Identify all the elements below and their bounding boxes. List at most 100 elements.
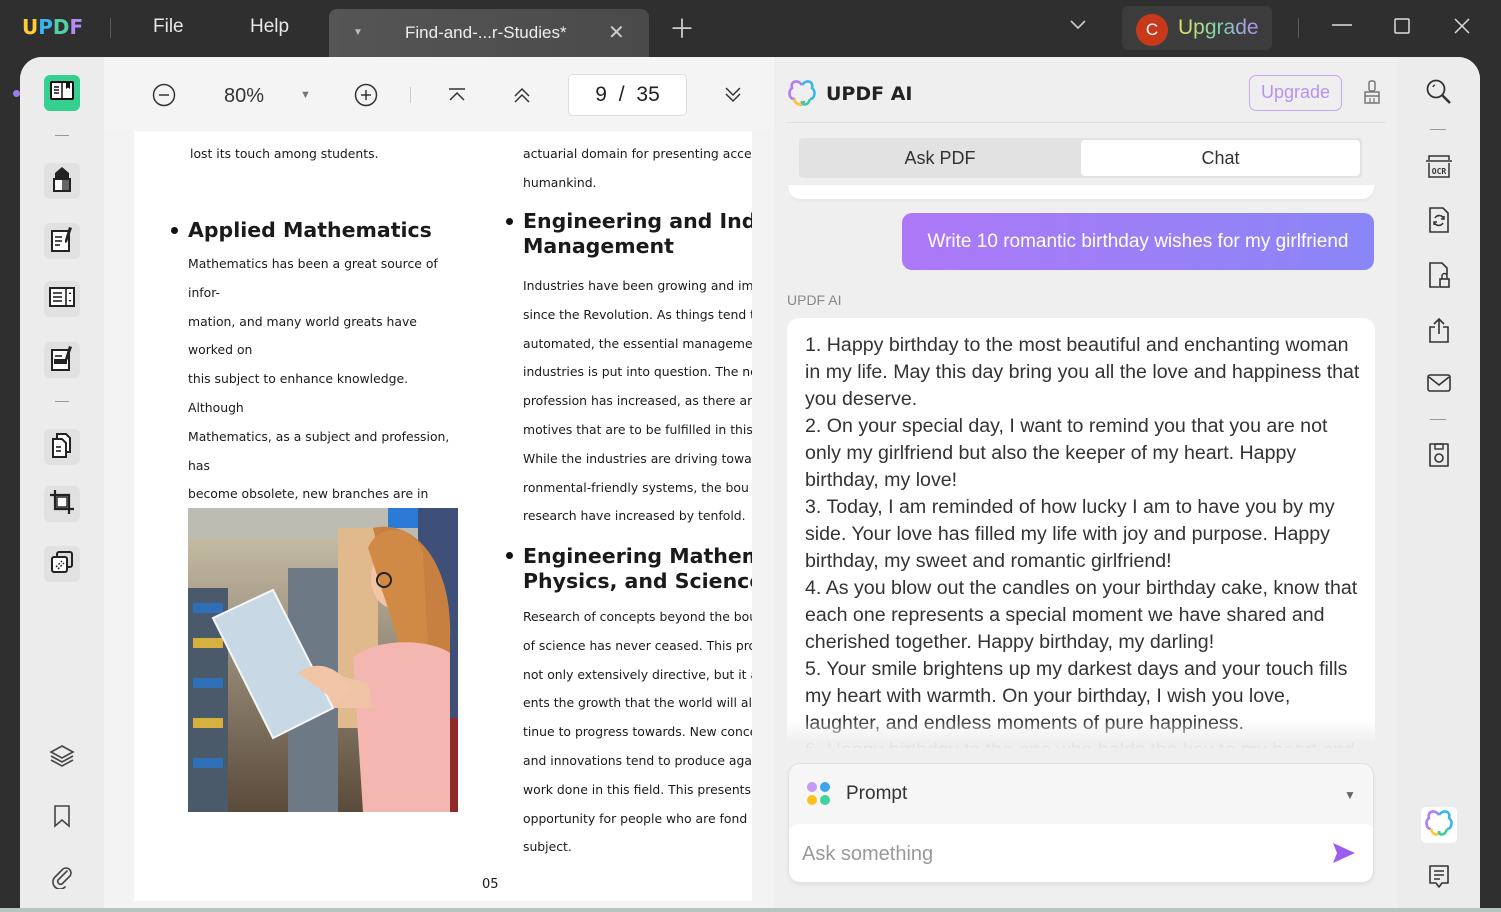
heading-line: Management — [523, 234, 674, 258]
app-window: 80% ▼ 9 / 35 lost its touch among studen… — [20, 57, 1480, 912]
bullet — [506, 552, 513, 559]
zoom-dropdown-icon[interactable]: ▼ — [300, 89, 311, 101]
text-line: since the Revolution. As things tend to … — [523, 306, 752, 322]
edit-pdf-button[interactable] — [44, 223, 80, 259]
bookmark-icon — [52, 804, 72, 833]
text-line: subject. — [523, 839, 572, 855]
page-number: 05 — [482, 877, 499, 892]
toolbar-divider — [410, 87, 411, 103]
text-line: Mathematics has been a great source of i… — [188, 256, 438, 300]
text-line: Research of concepts beyond the bou — [523, 609, 752, 624]
prompt-selector[interactable]: Prompt ▼ — [789, 764, 1373, 824]
comments-list-icon[interactable] — [1424, 862, 1454, 892]
ai-upgrade-button[interactable]: Upgrade — [1249, 75, 1342, 111]
send-icon[interactable] — [1331, 841, 1357, 870]
title-divider — [1298, 18, 1299, 38]
tab-chat[interactable]: Chat — [1081, 140, 1360, 176]
ask-row — [789, 824, 1373, 882]
tab-underlay — [788, 185, 1374, 199]
document-tab[interactable]: ▼ Find-and-...r-Studies* ✕ — [329, 9, 649, 57]
section-heading: Applied Mathematics — [188, 218, 432, 242]
title-bar: UPDF File Help ▼ Find-and-...r-Studies* … — [0, 0, 1501, 57]
chat-input-box: Prompt ▼ — [788, 763, 1374, 883]
search-icon[interactable] — [1424, 77, 1454, 107]
menu-help[interactable]: Help — [250, 16, 289, 38]
share-export-icon[interactable] — [1424, 315, 1454, 345]
updf-ai-logo-icon — [788, 79, 816, 112]
ai-panel-title: UPDF AI — [826, 83, 913, 105]
assistant-message-text: 1. Happy birthday to the most beautiful … — [805, 332, 1365, 748]
text-line: profession has increased, as there are d — [523, 393, 752, 409]
toolbar-divider — [1430, 129, 1446, 130]
prompt-label: Prompt — [846, 783, 908, 804]
title-divider — [110, 18, 111, 38]
zoom-out-button[interactable] — [152, 83, 176, 107]
text-line: automated, the essential management — [523, 335, 752, 351]
mode-tabs: Ask PDF Chat — [799, 138, 1362, 178]
pdf-page: lost its touch among students. Applied M… — [134, 131, 752, 901]
first-page-button[interactable] — [445, 83, 469, 107]
tab-list-chevron-icon[interactable] — [1068, 14, 1088, 40]
section-heading: Engineering and Indust Management — [523, 209, 752, 259]
menu-file[interactable]: File — [153, 16, 184, 38]
viewer-toolbar: 80% ▼ 9 / 35 — [104, 57, 774, 131]
bookmarks-button[interactable] — [44, 800, 80, 836]
form-tool-button[interactable] — [44, 281, 80, 317]
text-line: opportunity for people who are fond — [523, 810, 748, 826]
zoom-in-button[interactable] — [354, 83, 378, 107]
close-tab-icon[interactable]: ✕ — [608, 20, 625, 45]
watermark-tool-button[interactable] — [44, 546, 80, 582]
body-text: lost its touch among students. — [190, 146, 379, 161]
total-pages: 35 — [636, 83, 660, 106]
section-paragraph: Industries have been growing and im sinc… — [523, 272, 752, 531]
account-upgrade-button[interactable]: C Upgrade — [1122, 6, 1272, 50]
watermark-icon — [49, 549, 75, 580]
toolbar-divider — [55, 135, 69, 136]
maximize-button[interactable] — [1393, 17, 1411, 41]
email-icon[interactable] — [1424, 368, 1454, 398]
user-message-bubble: Write 10 romantic birthday wishes for my… — [902, 213, 1374, 270]
reader-mode-button[interactable] — [44, 75, 80, 111]
ocr-icon[interactable]: OCR — [1424, 151, 1454, 181]
page-number-input[interactable]: 9 / 35 — [568, 74, 687, 116]
section-heading: Engineering Mathemati Physics, and Scien… — [523, 544, 752, 594]
redact-tool-button[interactable] — [44, 342, 80, 378]
bullet — [506, 218, 513, 225]
layers-button[interactable] — [44, 740, 80, 776]
ai-panel: UPDF AI Upgrade Ask PDF Chat Write 10 ro… — [774, 57, 1398, 912]
close-window-button[interactable] — [1453, 17, 1471, 41]
text-line: actuarial domain for presenting accessi — [523, 146, 752, 161]
bullet — [171, 227, 178, 234]
tab-ask-pdf[interactable]: Ask PDF — [799, 140, 1081, 176]
text-line: industries is put into question. The nee… — [523, 364, 752, 380]
form-icon — [48, 285, 76, 314]
minimize-button[interactable] — [1331, 15, 1353, 41]
text-line: and innovations tend to produce agai — [523, 752, 752, 768]
save-icon[interactable] — [1424, 440, 1454, 470]
wish-item: 1. Happy birthday to the most beautiful … — [805, 334, 1360, 410]
clear-chat-broom-icon[interactable] — [1362, 79, 1382, 112]
avatar[interactable]: C — [1136, 14, 1168, 46]
convert-pdf-icon[interactable] — [1424, 205, 1454, 235]
text-line: of science has never ceased. This profe — [523, 637, 752, 653]
attachments-button[interactable] — [44, 860, 80, 896]
protect-pdf-lock-icon[interactable] — [1424, 260, 1454, 290]
tab-dropdown-icon[interactable]: ▼ — [353, 27, 363, 38]
text-line: not only extensively directive, but it a… — [523, 666, 752, 682]
redact-icon — [49, 344, 75, 377]
heading-line: Physics, and Science — [523, 569, 752, 593]
updf-ai-toggle-button[interactable] — [1421, 807, 1457, 843]
crop-tool-button[interactable] — [44, 486, 80, 522]
pdf-viewer: 80% ▼ 9 / 35 lost its touch among studen… — [104, 57, 774, 912]
left-toolbar — [20, 57, 104, 912]
organize-pages-button[interactable] — [44, 429, 80, 465]
wish-item: 3. Today, I am reminded of how lucky I a… — [805, 496, 1335, 572]
prompt-dropdown-icon[interactable]: ▼ — [1344, 788, 1356, 802]
comment-tool-button[interactable] — [44, 163, 80, 199]
new-tab-button[interactable]: ＋ — [669, 16, 695, 42]
ask-input[interactable] — [802, 838, 1312, 870]
previous-page-button[interactable] — [510, 83, 534, 107]
current-page: 9 — [595, 83, 607, 106]
zoom-level[interactable]: 80% — [224, 85, 264, 108]
next-page-button[interactable] — [721, 83, 745, 107]
